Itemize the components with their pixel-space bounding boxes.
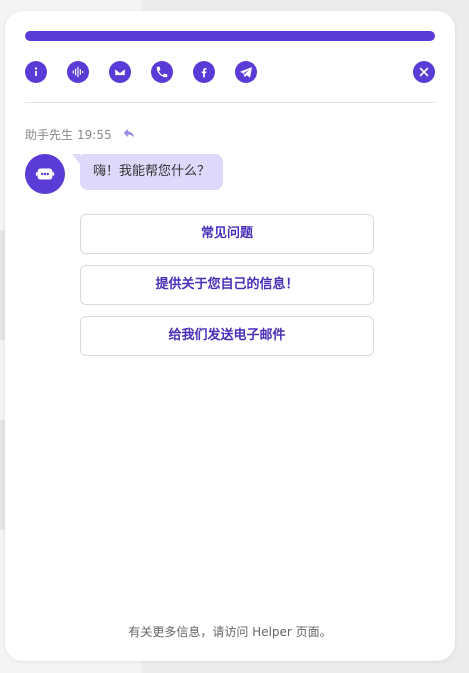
option-email-button[interactable]: 给我们发送电子邮件	[80, 316, 374, 356]
chat-widget: 助手先生 19:55 嗨！我能帮您什么？ 常见问题 提供关于您自己的信息！ 给我…	[5, 11, 455, 661]
close-icon[interactable]	[413, 61, 435, 83]
message-meta: 助手先生 19:55	[25, 126, 136, 143]
progress-bar	[25, 31, 435, 41]
option-faq-button[interactable]: 常见问题	[80, 214, 374, 254]
reply-icon[interactable]	[116, 126, 136, 143]
message-bubble: 嗨！我能帮您什么？	[71, 154, 224, 190]
voice-icon[interactable]	[67, 61, 89, 83]
divider	[25, 102, 435, 103]
channel-icons	[25, 61, 435, 83]
telegram-icon[interactable]	[235, 61, 257, 83]
email-icon[interactable]	[109, 61, 131, 83]
bot-avatar	[25, 154, 65, 194]
bot-icon	[35, 168, 55, 180]
message-time: 19:55	[77, 127, 112, 142]
footer-text: 有关更多信息，请访问 Helper 页面。	[128, 625, 332, 639]
facebook-icon[interactable]	[193, 61, 215, 83]
option-provide-info-button[interactable]: 提供关于您自己的信息！	[80, 265, 374, 305]
phone-icon[interactable]	[151, 61, 173, 83]
info-icon[interactable]	[25, 61, 47, 83]
sender-name: 助手先生	[25, 128, 74, 142]
